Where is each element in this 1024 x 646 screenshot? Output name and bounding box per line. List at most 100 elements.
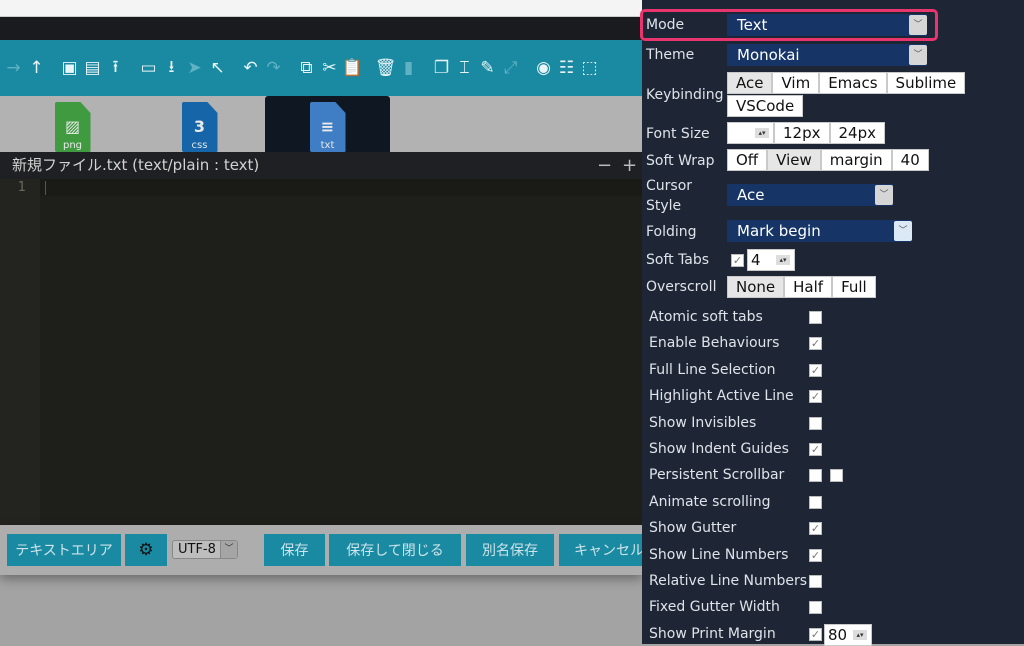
- paste-icon[interactable]: 📋: [341, 58, 364, 78]
- encoding-select[interactable]: UTF-8 ﹀: [172, 540, 238, 559]
- font-size-24-button[interactable]: 24px: [829, 122, 885, 144]
- font-size-12-button[interactable]: 12px: [774, 122, 830, 144]
- atomic-soft-tabs-checkbox[interactable]: [809, 311, 822, 324]
- theme-value: Monokai: [737, 46, 800, 64]
- chevron-down-icon: ﹀: [875, 185, 893, 205]
- redo-icon[interactable]: ↷: [262, 58, 285, 78]
- textarea-button[interactable]: テキストエリア: [7, 534, 121, 566]
- overscroll-label: Overscroll: [646, 279, 717, 295]
- editor-title: 新規ファイル.txt (text/plain : text): [12, 156, 260, 174]
- show-line-numbers-checkbox[interactable]: ✓: [809, 548, 822, 562]
- settings-gear-icon[interactable]: ⚙: [125, 534, 167, 566]
- trash-icon[interactable]: 🗑: [374, 58, 397, 78]
- cut-icon[interactable]: ✂: [318, 58, 341, 78]
- relative-line-numbers-label: Relative Line Numbers: [649, 573, 808, 589]
- tab-size-input[interactable]: 4 ▴▾: [747, 249, 795, 271]
- cursor-icon[interactable]: ↖: [206, 58, 229, 78]
- keybinding-ace-button[interactable]: Ace: [727, 72, 773, 94]
- mode-highlight-box: [640, 9, 938, 41]
- save-close-button[interactable]: 保存して閉じる: [329, 534, 461, 566]
- zoom-in-button[interactable]: +: [622, 152, 637, 179]
- keybinding-vscode-button[interactable]: VSCode: [727, 95, 804, 117]
- download-icon[interactable]: ⭳: [160, 54, 183, 83]
- select-icon[interactable]: ⬚: [578, 58, 601, 78]
- overscroll-none-button[interactable]: None: [727, 276, 785, 298]
- file-tab-css[interactable]: 3 css: [137, 96, 262, 152]
- show-indent-guides-checkbox[interactable]: ✓: [809, 443, 822, 456]
- font-size-input[interactable]: ▴▾: [727, 122, 774, 144]
- cancel-button[interactable]: キャンセル: [559, 534, 642, 566]
- persistent-scrollbar-checkbox[interactable]: [809, 469, 822, 483]
- highlight-active-line-label: Highlight Active Line: [649, 388, 794, 405]
- animate-scrolling-checkbox[interactable]: [809, 495, 822, 509]
- spinner-icon[interactable]: ▴▾: [755, 128, 769, 138]
- show-print-margin-checkbox[interactable]: ✓: [809, 627, 822, 641]
- soft-wrap-label: Soft Wrap: [646, 153, 715, 169]
- duplicate-icon[interactable]: ❐: [430, 58, 453, 78]
- spinner-icon[interactable]: ▴▾: [776, 255, 790, 265]
- animate-scrolling-label: Animate scrolling: [649, 493, 771, 510]
- code-editor[interactable]: [40, 179, 642, 525]
- chevron-down-icon: ﹀: [894, 221, 912, 241]
- zoom-out-button[interactable]: −: [597, 152, 612, 179]
- select-all-icon[interactable]: ☷: [555, 58, 578, 78]
- soft-wrap-40-button[interactable]: 40: [891, 149, 929, 171]
- save-button[interactable]: 保存: [264, 534, 325, 566]
- cursor-style-select[interactable]: Ace ﹀: [727, 184, 893, 206]
- theme-select[interactable]: Monokai ﹀: [727, 44, 927, 66]
- overscroll-half-button[interactable]: Half: [784, 276, 833, 298]
- folding-select[interactable]: Mark begin ﹀: [727, 220, 912, 242]
- copy-icon[interactable]: ⧉: [295, 58, 318, 78]
- soft-wrap-view-button[interactable]: View: [767, 149, 821, 171]
- folding-value: Mark begin: [737, 222, 821, 240]
- theme-label: Theme: [646, 47, 695, 63]
- cursor-style-value: Ace: [737, 186, 765, 204]
- soft-wrap-margin-button[interactable]: margin: [820, 149, 892, 171]
- edit-icon[interactable]: ✎: [476, 58, 499, 78]
- folder-icon[interactable]: ▭: [137, 58, 160, 78]
- soft-wrap-off-button[interactable]: Off: [727, 149, 768, 171]
- soft-tabs-checkbox[interactable]: ✓: [731, 254, 744, 267]
- show-invisibles-checkbox[interactable]: [809, 416, 822, 430]
- folding-label: Folding: [646, 224, 697, 240]
- fixed-gutter-width-checkbox[interactable]: [809, 601, 822, 615]
- show-invisibles-label: Show Invisibles: [649, 414, 757, 431]
- show-gutter-checkbox[interactable]: ✓: [809, 522, 822, 536]
- keybinding-vim-button[interactable]: Vim: [772, 72, 820, 94]
- overscroll-full-button[interactable]: Full: [832, 276, 876, 298]
- new-file-icon[interactable]: ▤: [81, 58, 104, 78]
- keybinding-sublime-button[interactable]: Sublime: [886, 72, 966, 94]
- upload-icon[interactable]: ⭱: [104, 54, 127, 83]
- arrow-up-icon[interactable]: ↑: [25, 58, 48, 78]
- active-line: [40, 179, 642, 196]
- keybinding-emacs-button[interactable]: Emacs: [819, 72, 887, 94]
- highlight-active-line-checkbox[interactable]: ✓: [809, 390, 822, 404]
- print-margin-input[interactable]: 80 ▴▾: [824, 623, 872, 646]
- pointer-icon[interactable]: ➤: [183, 58, 206, 78]
- file-tab-label: css: [191, 140, 208, 151]
- show-line-numbers-label: Show Line Numbers: [649, 546, 789, 563]
- resize-icon[interactable]: ⤢: [499, 58, 522, 78]
- rename-icon[interactable]: ⌶: [453, 58, 476, 78]
- title-bar: [0, 17, 642, 40]
- arrow-right-icon[interactable]: →: [2, 58, 25, 78]
- file-tab-txt[interactable]: ≡ txt: [265, 96, 390, 152]
- undo-icon[interactable]: ↶: [239, 58, 262, 78]
- full-line-selection-checkbox[interactable]: ✓: [809, 363, 822, 377]
- atomic-soft-tabs-label: Atomic soft tabs: [649, 309, 763, 325]
- enable-behaviours-checkbox[interactable]: ✓: [809, 337, 822, 351]
- persistent-scrollbar-checkbox-2[interactable]: [830, 469, 843, 483]
- file-toolbar: → ↑ ▣ ▤ ⭱ ▭ ⭳ ➤ ↖ ↶ ↷ ⧉ ✂ 📋 🗑 ▮ ❐ ⌶ ✎ ⤢ ◉ ☷ ⬚: [0, 40, 642, 96]
- file-tab-label: txt: [320, 140, 335, 151]
- file-tab-png[interactable]: ▨ png: [10, 96, 135, 152]
- file-tabs: ▨ png 3 css ≡ txt: [0, 96, 642, 152]
- spinner-icon[interactable]: ▴▾: [853, 629, 867, 640]
- preview-icon[interactable]: ◉: [532, 58, 555, 78]
- new-folder-icon[interactable]: ▣: [58, 58, 81, 78]
- save-as-button[interactable]: 別名保存: [466, 534, 554, 566]
- png-file-icon: ▨ png: [54, 102, 91, 152]
- relative-line-numbers-checkbox[interactable]: [809, 575, 822, 588]
- shred-icon[interactable]: ▮: [397, 58, 420, 78]
- cursor-style-label-1: Cursor: [646, 178, 693, 194]
- fixed-gutter-width-label: Fixed Gutter Width: [649, 599, 780, 616]
